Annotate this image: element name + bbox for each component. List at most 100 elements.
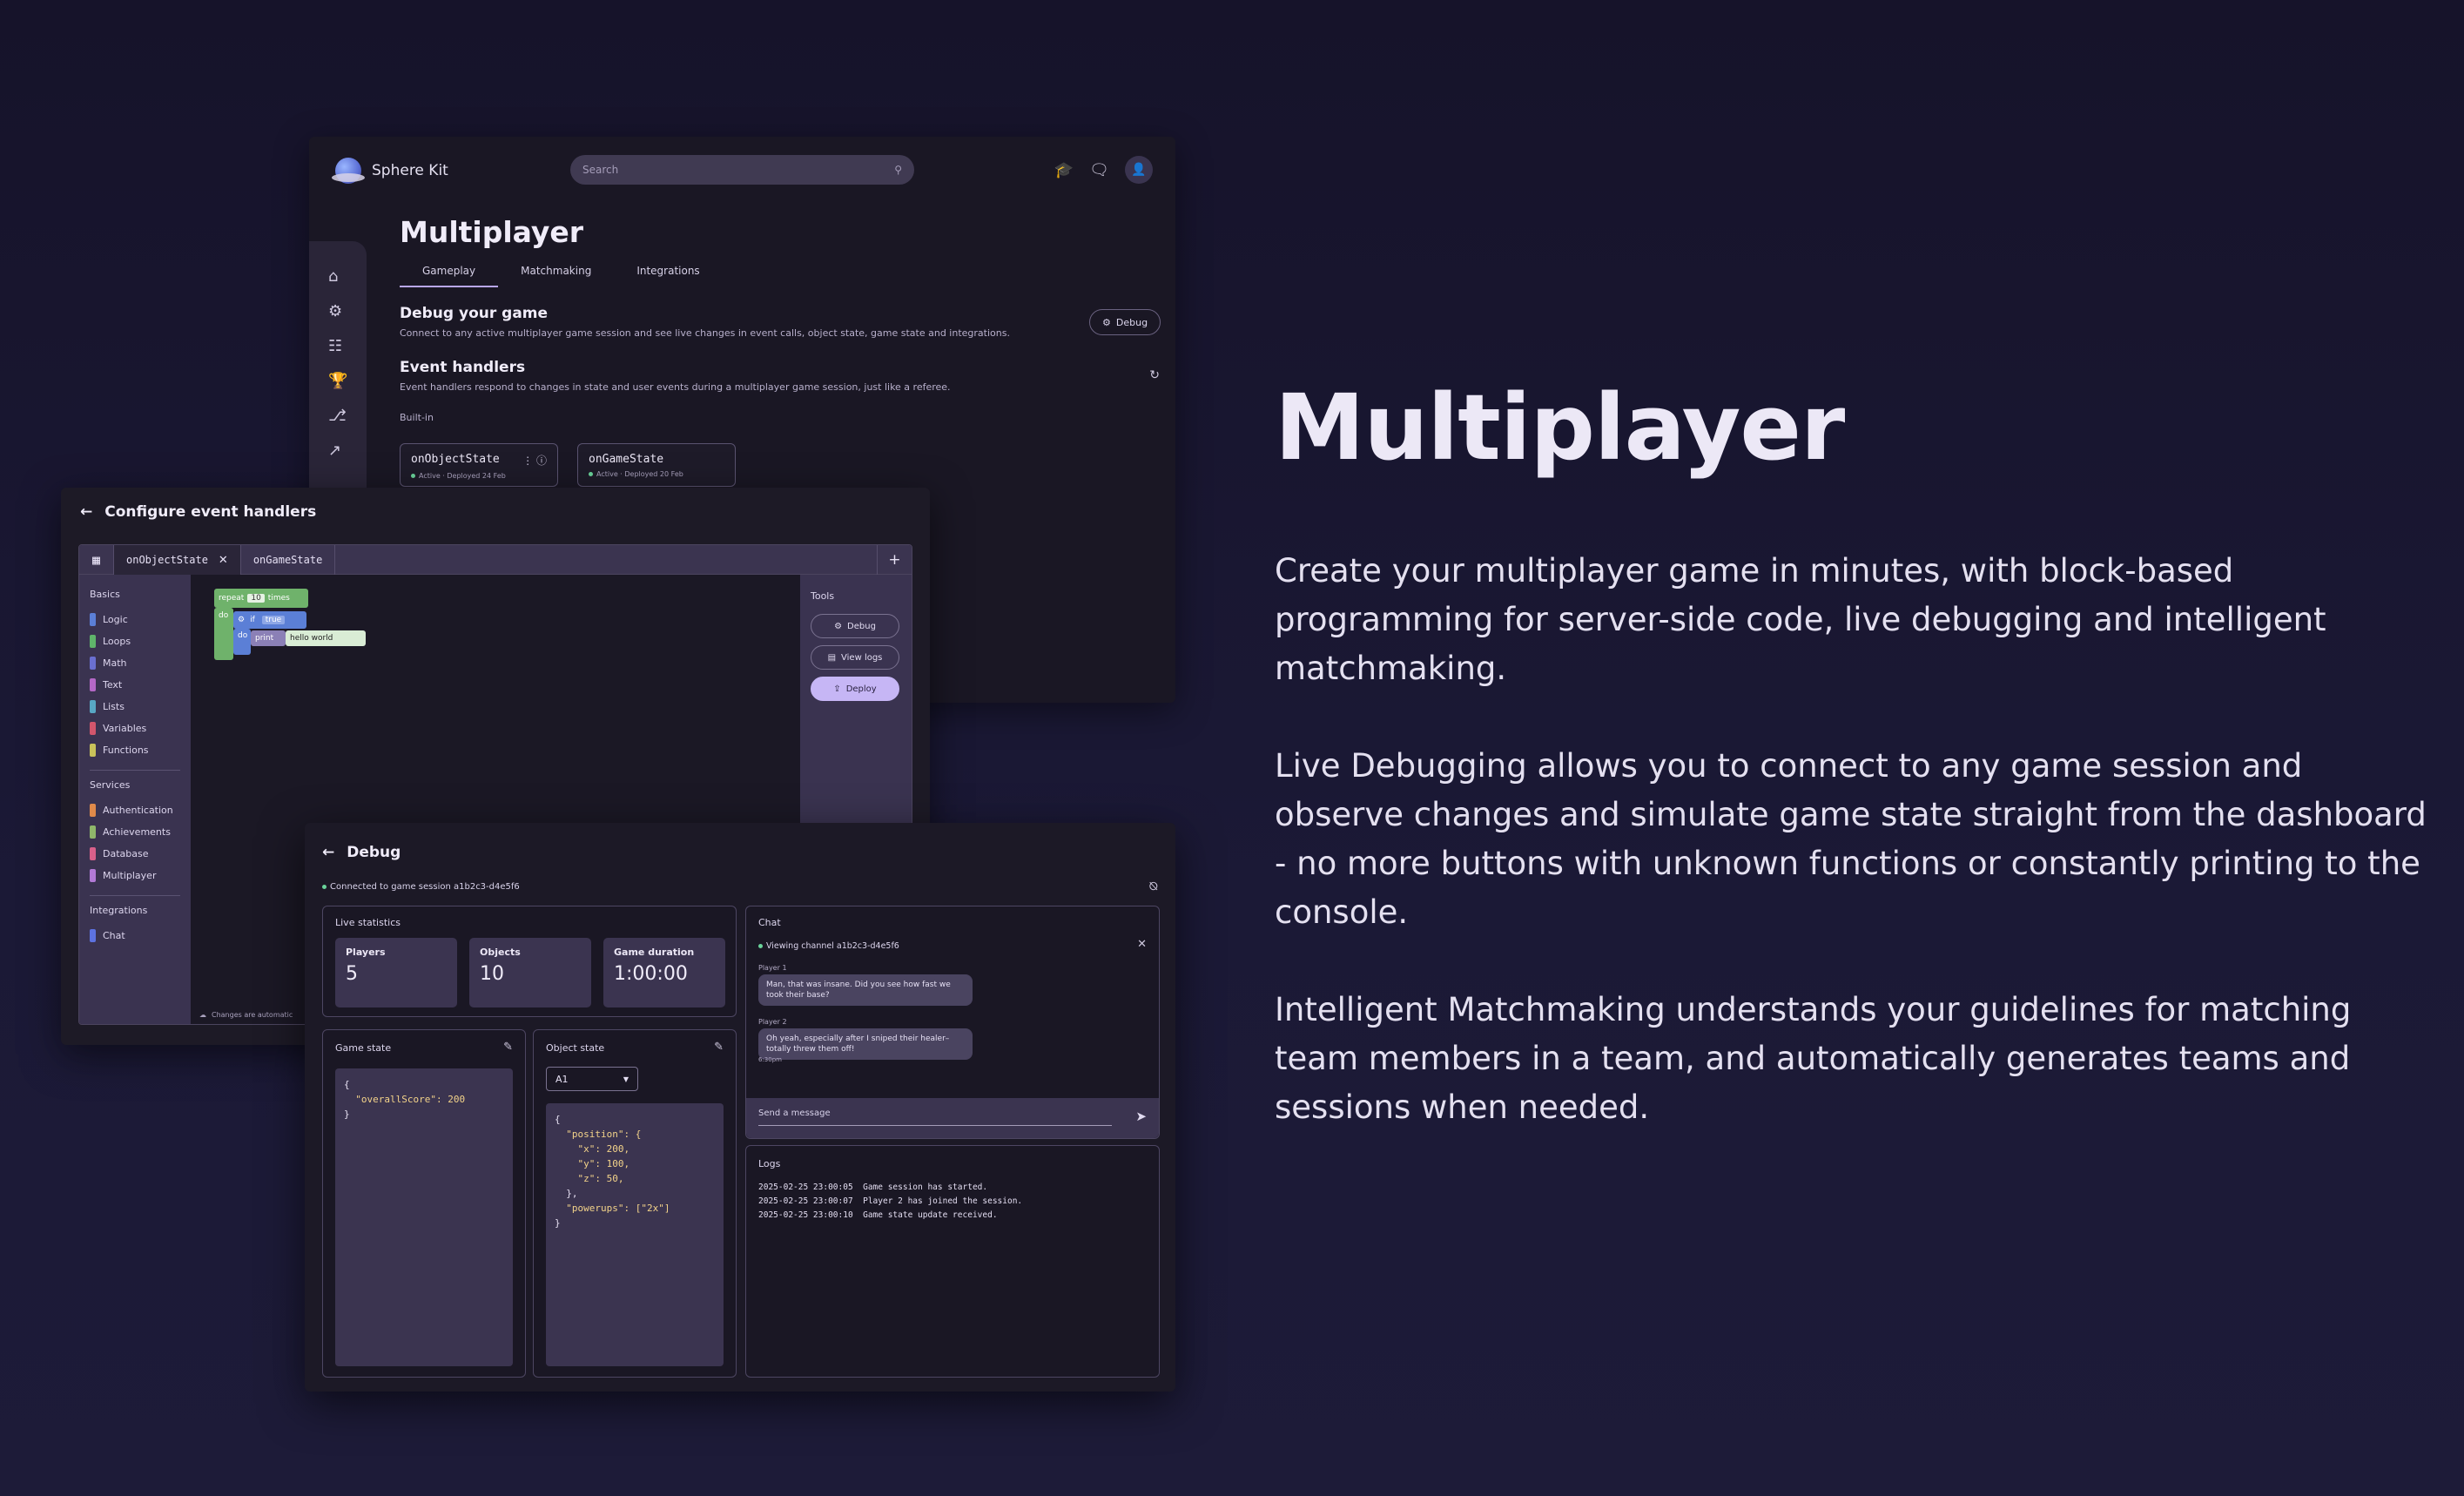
deploy-icon: ⇪: [833, 684, 841, 694]
search-input[interactable]: Search: [582, 164, 618, 176]
repeat-count[interactable]: 10: [247, 594, 265, 603]
branch-icon[interactable]: ⎇: [328, 407, 347, 425]
toolbox-item[interactable]: Chat: [90, 925, 180, 947]
edit-icon[interactable]: ✎: [503, 1041, 513, 1054]
editor-tab-onobjectstate[interactable]: onObjectState ✕: [114, 545, 241, 575]
chat-bubbles-icon[interactable]: 🗨: [1089, 161, 1109, 179]
trophy-icon[interactable]: 🏆: [328, 372, 347, 390]
block-label: do: [233, 629, 251, 655]
disconnect-icon[interactable]: ⦰: [1149, 880, 1158, 893]
debug-tool-button[interactable]: ⚙ Debug: [811, 614, 899, 638]
tab-integrations[interactable]: Integrations: [614, 265, 722, 287]
toolbox-item[interactable]: Multiplayer: [90, 865, 180, 886]
tool-label: Deploy: [845, 684, 877, 694]
code-line: }: [344, 1109, 350, 1120]
message-input[interactable]: Send a message: [758, 1109, 1112, 1126]
brand[interactable]: Sphere Kit: [332, 158, 448, 184]
configure-title: Configure event handlers: [104, 503, 317, 521]
editor-tab-ongamestate[interactable]: onGameState: [241, 545, 336, 575]
hero-paragraph: Create your multiplayer game in minutes,…: [1275, 552, 2326, 687]
toolbox-item[interactable]: Lists: [90, 696, 180, 718]
category-swatch-icon: [90, 657, 96, 670]
text-block[interactable]: hello world: [286, 630, 366, 646]
handlers-group-label: Built-in: [400, 412, 434, 423]
search-bar[interactable]: Search ⚲: [570, 155, 914, 185]
chevron-down-icon: ▼: [623, 1075, 629, 1083]
graduation-cap-icon[interactable]: 🎓: [1054, 161, 1074, 179]
divider: [90, 895, 180, 896]
send-icon[interactable]: ➤: [1135, 1109, 1147, 1124]
category-swatch-icon: [90, 804, 96, 817]
security-icon[interactable]: ⚙: [328, 302, 342, 320]
block-label: if: [250, 616, 255, 624]
database-icon[interactable]: ☷: [328, 337, 342, 355]
active-dot-icon: [411, 474, 415, 478]
active-dot-icon: [589, 472, 593, 476]
grid-icon[interactable]: ▦: [79, 545, 114, 575]
trending-icon[interactable]: ↗: [328, 441, 341, 460]
handler-card[interactable]: onGameState Active · Deployed 20 Feb: [577, 443, 736, 487]
toolbox-integrations-list: Chat: [90, 925, 180, 947]
toolbox-item-label: Chat: [103, 930, 125, 941]
handler-status: Active · Deployed 24 Feb: [419, 472, 506, 480]
cloud-icon: ☁: [199, 1011, 206, 1019]
toolbox-item[interactable]: Variables: [90, 718, 180, 739]
log-line: 2025-02-25 23:00:10 Game state update re…: [758, 1210, 998, 1220]
debug-button-label: Debug: [1115, 316, 1148, 328]
toolbox-item-label: Lists: [103, 701, 125, 712]
block-label: times: [267, 594, 290, 603]
message-sender: Player 1: [758, 964, 787, 972]
object-state-panel: Object state ✎ A1 ▼ { "position": { "x":…: [533, 1029, 737, 1378]
code-line: "z": 50,: [555, 1173, 624, 1184]
editor-tab-label: onGameState: [252, 554, 323, 566]
top-icons: 🎓 🗨 👤: [1054, 156, 1153, 184]
bool-value[interactable]: true: [261, 616, 286, 624]
tab-gameplay[interactable]: Gameplay: [400, 265, 499, 287]
block-workspace[interactable]: repeat 10 times do ⚙ if true do print hel…: [214, 589, 406, 676]
toolbox-item[interactable]: Functions: [90, 739, 180, 761]
handler-card[interactable]: onObjectState ⋮ ⓘ Active · Deployed 24 F…: [400, 443, 558, 487]
more-options-icon[interactable]: ⋮ ⓘ: [522, 453, 547, 468]
repeat-block[interactable]: repeat 10 times: [214, 589, 308, 608]
logs-icon: ▤: [827, 652, 837, 663]
editor-tabs: ▦ onObjectState ✕ onGameState +: [79, 545, 912, 575]
close-icon[interactable]: ✕: [219, 554, 228, 567]
view-logs-button[interactable]: ▤ View logs: [811, 645, 899, 670]
avatar[interactable]: 👤: [1125, 156, 1153, 184]
stat-card: Objects 10: [469, 938, 591, 1007]
print-block[interactable]: print: [251, 630, 286, 646]
tab-matchmaking[interactable]: Matchmaking: [498, 265, 614, 287]
chat-label: Chat: [758, 917, 781, 928]
code-line: "x": 200,: [555, 1143, 630, 1155]
toolbox-item[interactable]: Achievements: [90, 821, 180, 843]
debug-button[interactable]: ⚙ Debug: [1089, 309, 1161, 335]
chat-panel: Chat Viewing channel a1b2c3-d4e5f6 ✕ Pla…: [745, 906, 1160, 1139]
category-swatch-icon: [90, 929, 96, 942]
search-icon[interactable]: ⚲: [894, 164, 902, 176]
deploy-button[interactable]: ⇪ Deploy: [811, 677, 899, 701]
back-arrow-icon[interactable]: ←: [80, 503, 92, 521]
toolbox-item[interactable]: Text: [90, 674, 180, 696]
refresh-icon[interactable]: ↻: [1149, 368, 1160, 382]
toolbox-item[interactable]: Logic: [90, 609, 180, 630]
handlers-section: Event handlers Event handlers respond to…: [400, 359, 951, 423]
toolbox-item[interactable]: Authentication: [90, 799, 180, 821]
logs-label: Logs: [758, 1158, 781, 1169]
handler-status: Active · Deployed 20 Feb: [596, 470, 683, 478]
add-tab-icon[interactable]: +: [877, 545, 912, 575]
if-block[interactable]: ⚙ if true: [233, 611, 306, 629]
tool-label: Debug: [847, 621, 876, 631]
category-swatch-icon: [90, 700, 96, 713]
close-icon[interactable]: ✕: [1137, 938, 1147, 951]
object-select[interactable]: A1 ▼: [546, 1067, 638, 1091]
edit-icon[interactable]: ✎: [714, 1041, 724, 1054]
toolbox-item[interactable]: Database: [90, 843, 180, 865]
toolbox-item[interactable]: Math: [90, 652, 180, 674]
sphere-kit-logo-icon: [332, 158, 365, 184]
code-line: "y": 100,: [555, 1158, 630, 1169]
toolbox-item[interactable]: Loops: [90, 630, 180, 652]
message-time: 6:30pm: [758, 1056, 782, 1063]
stat-value: 10: [480, 963, 504, 985]
back-arrow-icon[interactable]: ←: [322, 844, 334, 861]
home-icon[interactable]: ⌂: [328, 267, 338, 286]
